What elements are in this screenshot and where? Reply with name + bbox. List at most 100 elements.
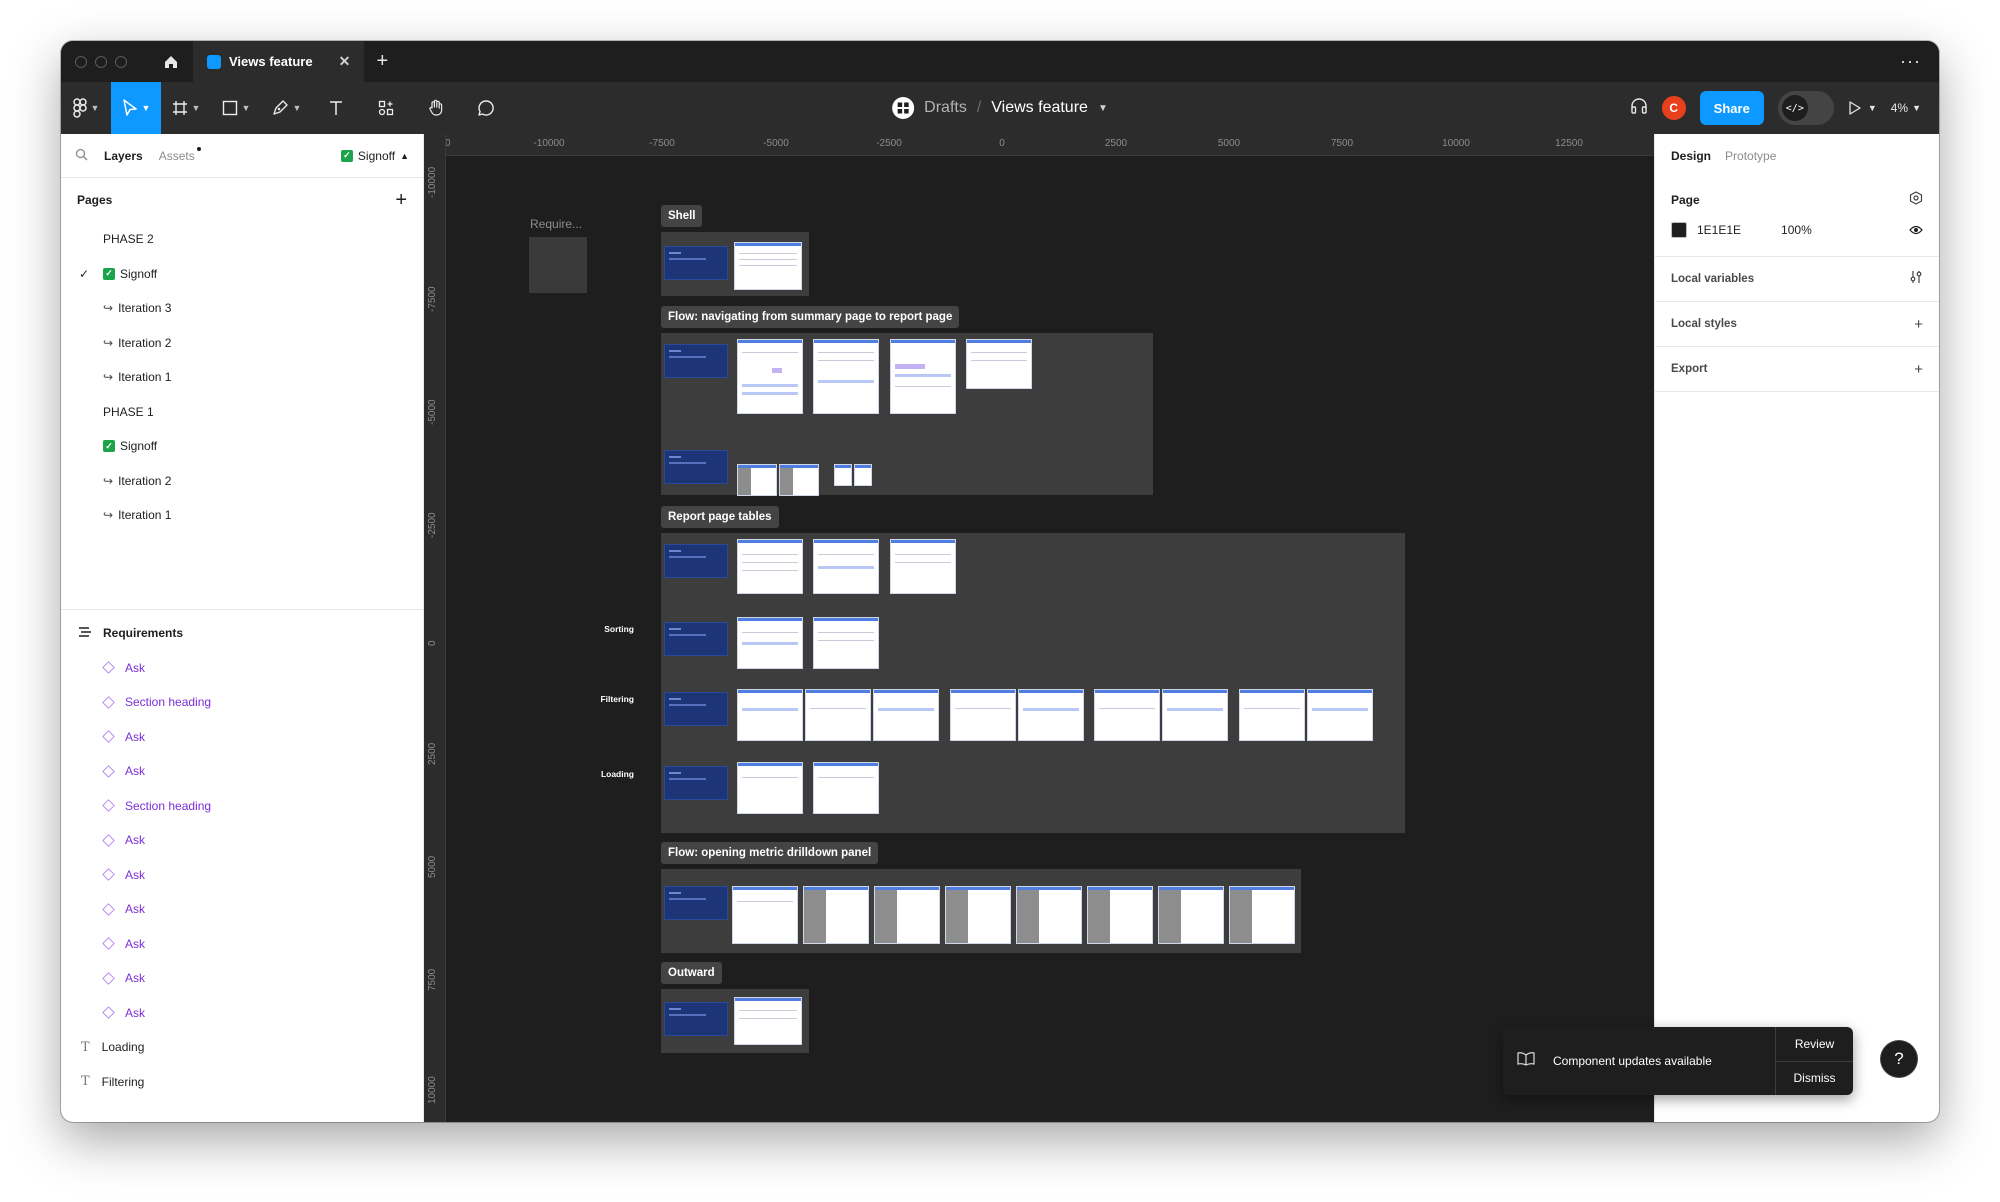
- color-swatch[interactable]: [1671, 222, 1687, 238]
- frame-thumbnail[interactable]: [732, 886, 798, 944]
- frame-thumbnail[interactable]: [854, 464, 872, 486]
- frame-thumbnail[interactable]: [1162, 689, 1228, 741]
- share-button[interactable]: Share: [1699, 91, 1764, 125]
- section-label-flow-drilldown[interactable]: Flow: opening metric drilldown panel: [661, 842, 879, 864]
- frame-thumbnail[interactable]: [1239, 689, 1305, 741]
- eye-icon[interactable]: [1909, 222, 1923, 238]
- page-item[interactable]: ↪ Iteration 1: [61, 360, 423, 395]
- layer-instance[interactable]: Ask: [61, 927, 423, 962]
- more-icon[interactable]: ···: [1900, 51, 1939, 72]
- frame-thumbnail[interactable]: [664, 450, 728, 484]
- frame-thumbnail[interactable]: [950, 689, 1016, 741]
- frame-thumbnail[interactable]: [1229, 886, 1295, 944]
- page-color-opacity[interactable]: 100%: [1781, 223, 1812, 237]
- frame-thumbnail[interactable]: [664, 344, 728, 378]
- frame-thumbnail[interactable]: [1094, 689, 1160, 741]
- add-page-icon[interactable]: +: [395, 189, 407, 212]
- page-color-row[interactable]: 1E1E1E 100%: [1671, 212, 1923, 248]
- section-label-shell[interactable]: Shell: [661, 205, 703, 227]
- breadcrumb-file-name[interactable]: Views feature: [991, 99, 1088, 117]
- layer-instance[interactable]: Ask: [61, 858, 423, 893]
- frame-thumbnail[interactable]: [966, 339, 1032, 389]
- layer-instance[interactable]: Ask: [61, 754, 423, 789]
- frame-thumbnail[interactable]: [874, 886, 940, 944]
- tab-assets[interactable]: Assets: [159, 146, 201, 163]
- requirements-frame-content[interactable]: [529, 237, 587, 293]
- frame-thumbnail[interactable]: [813, 539, 879, 594]
- layer-instance[interactable]: Section heading: [61, 685, 423, 720]
- frame-thumbnail[interactable]: [813, 762, 879, 814]
- row-label-filtering[interactable]: Filtering: [574, 694, 634, 704]
- frame-thumbnail[interactable]: [1307, 689, 1373, 741]
- text-tool-button[interactable]: [311, 82, 361, 134]
- frame-thumbnail[interactable]: [664, 692, 728, 726]
- frame-thumbnail[interactable]: [664, 1002, 728, 1036]
- tab-design[interactable]: Design: [1671, 149, 1711, 163]
- search-icon[interactable]: [75, 148, 88, 164]
- review-button[interactable]: Review: [1776, 1027, 1853, 1062]
- page-item[interactable]: ↪ Iteration 1: [61, 498, 423, 533]
- tab-views-feature[interactable]: Views feature ✕: [193, 41, 365, 82]
- resources-tool-button[interactable]: [361, 82, 411, 134]
- panel-divider[interactable]: [61, 609, 423, 610]
- tab-prototype[interactable]: Prototype: [1725, 149, 1776, 163]
- minimize-window-button[interactable]: [95, 55, 107, 68]
- frame-thumbnail[interactable]: [737, 339, 803, 414]
- frame-tool-button[interactable]: ▼: [161, 82, 211, 134]
- add-style-icon[interactable]: +: [1914, 316, 1923, 333]
- frame-thumbnail[interactable]: [945, 886, 1011, 944]
- frame-thumbnail[interactable]: [779, 464, 819, 496]
- layer-instance[interactable]: Ask: [61, 823, 423, 858]
- frame-thumbnail[interactable]: [737, 689, 803, 741]
- move-tool-button[interactable]: ▼: [111, 82, 161, 134]
- page-item[interactable]: PHASE 1: [61, 395, 423, 430]
- frame-thumbnail[interactable]: [890, 539, 956, 594]
- frame-thumbnail[interactable]: [734, 997, 802, 1045]
- page-item[interactable]: PHASE 2: [61, 222, 423, 257]
- page-item[interactable]: ↪ Iteration 2: [61, 326, 423, 361]
- frame-thumbnail[interactable]: [803, 886, 869, 944]
- frame-thumbnail[interactable]: [1087, 886, 1153, 944]
- frame-thumbnail[interactable]: [834, 464, 852, 486]
- layer-instance[interactable]: Ask: [61, 892, 423, 927]
- styles-icon[interactable]: [1909, 191, 1923, 209]
- layer-text[interactable]: T Loading: [61, 1030, 423, 1065]
- main-menu-button[interactable]: ▼: [61, 82, 111, 134]
- layer-text[interactable]: T Filtering: [61, 1065, 423, 1100]
- layer-instance[interactable]: Ask: [61, 720, 423, 755]
- page-color-hex[interactable]: 1E1E1E: [1697, 223, 1741, 237]
- section-label-flow-summary[interactable]: Flow: navigating from summary page to re…: [661, 306, 960, 328]
- canvas[interactable]: -12500 -10000 -7500 -5000 -2500 0 2500 5…: [424, 134, 1654, 1122]
- add-tab-button[interactable]: +: [364, 50, 400, 73]
- frame-thumbnail[interactable]: [664, 766, 728, 800]
- dismiss-button[interactable]: Dismiss: [1776, 1062, 1853, 1096]
- chevron-down-icon[interactable]: ▼: [1098, 103, 1108, 114]
- close-window-button[interactable]: [75, 55, 87, 68]
- headphones-icon[interactable]: [1630, 97, 1648, 120]
- team-icon[interactable]: [892, 97, 915, 119]
- tab-layers[interactable]: Layers: [104, 149, 143, 163]
- section-label-report-tables[interactable]: Report page tables: [661, 506, 779, 528]
- breadcrumb-drafts[interactable]: Drafts: [924, 99, 967, 117]
- shape-tool-button[interactable]: ▼: [211, 82, 261, 134]
- frame-thumbnail[interactable]: [737, 539, 803, 594]
- frame-thumbnail[interactable]: [664, 544, 728, 578]
- hand-tool-button[interactable]: [411, 82, 461, 134]
- pen-tool-button[interactable]: ▼: [261, 82, 311, 134]
- layer-instance[interactable]: Ask: [61, 961, 423, 996]
- page-item[interactable]: ✓ Signoff: [61, 429, 423, 464]
- frame-thumbnail[interactable]: [737, 617, 803, 669]
- section-label-outward[interactable]: Outward: [661, 962, 722, 984]
- zoom-dropdown[interactable]: 4% ▼: [1891, 101, 1921, 115]
- frame-thumbnail[interactable]: [664, 622, 728, 656]
- present-button[interactable]: ▼: [1848, 101, 1877, 115]
- frame-thumbnail[interactable]: [737, 762, 803, 814]
- frame-thumbnail[interactable]: [1016, 886, 1082, 944]
- add-export-icon[interactable]: +: [1914, 361, 1923, 378]
- frame-thumbnail[interactable]: [873, 689, 939, 741]
- layer-instance[interactable]: Section heading: [61, 789, 423, 824]
- frame-thumbnail[interactable]: [813, 339, 879, 414]
- comment-tool-button[interactable]: [461, 82, 511, 134]
- page-item[interactable]: ↪ Iteration 2: [61, 464, 423, 499]
- row-label-sorting[interactable]: Sorting: [574, 624, 634, 634]
